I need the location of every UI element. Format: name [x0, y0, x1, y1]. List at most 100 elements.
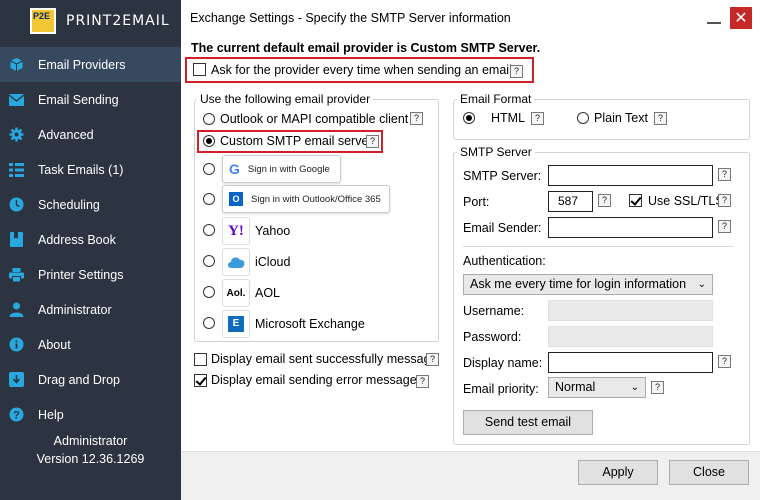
sign-in-outlook365-button[interactable]: O Sign in with Outlook/Office 365	[222, 185, 390, 213]
chevron-down-icon: ⌄	[630, 382, 639, 393]
radio-custom-smtp[interactable]	[203, 135, 215, 147]
sidebar-item-email-providers[interactable]: Email Providers	[0, 47, 181, 82]
printer-icon	[9, 267, 24, 282]
help-icon[interactable]: ?	[718, 194, 731, 207]
sidebar-item-help[interactable]: ? Help	[0, 397, 181, 432]
radio-outlook-mapi[interactable]	[203, 113, 215, 125]
display-name-input[interactable]	[548, 352, 713, 373]
sidebar-item-printer-settings[interactable]: Printer Settings	[0, 257, 181, 292]
sidebar-item-label: About	[38, 337, 71, 352]
display-error-label: Display email sending error messages	[211, 373, 423, 387]
minimize-button[interactable]	[703, 7, 725, 29]
radio-outlook365[interactable]	[203, 193, 215, 205]
help-icon[interactable]: ?	[366, 135, 379, 148]
authentication-label: Authentication:	[463, 254, 546, 268]
sidebar-item-label: Address Book	[38, 232, 116, 247]
authentication-select[interactable]: Ask me every time for login information …	[463, 274, 713, 295]
sidebar-item-administrator[interactable]: Administrator	[0, 292, 181, 327]
outlook-icon: O	[229, 192, 243, 206]
window-title: Exchange Settings - Specify the SMTP Ser…	[190, 11, 511, 25]
sidebar-item-label: Task Emails (1)	[38, 162, 124, 177]
sign-in-google-button[interactable]: G Sign in with Google	[222, 155, 341, 183]
page-title: The current default email provider is Cu…	[191, 41, 541, 55]
smtp-server-label: SMTP Server:	[463, 169, 542, 183]
use-ssl-checkbox[interactable]	[629, 194, 642, 207]
email-sender-input[interactable]	[548, 217, 713, 238]
svg-text:?: ?	[13, 410, 20, 422]
display-success-label: Display email sent successfully message	[211, 352, 438, 366]
help-icon[interactable]: ?	[654, 112, 667, 125]
help-icon[interactable]: ?	[718, 355, 731, 368]
sidebar-item-scheduling[interactable]: Scheduling	[0, 187, 181, 222]
help-icon[interactable]: ?	[410, 112, 423, 125]
help-icon[interactable]: ?	[651, 381, 664, 394]
sidebar-item-about[interactable]: About	[0, 327, 181, 362]
radio-google[interactable]	[203, 163, 215, 175]
ask-provider-label: Ask for the provider every time when sen…	[211, 63, 512, 77]
email-priority-value: Normal	[555, 380, 596, 394]
radio-yahoo[interactable]	[203, 224, 215, 236]
sidebar-nav: Email Providers Email Sending Advanced T…	[0, 47, 181, 432]
provider-group-title: Use the following email provider	[197, 92, 374, 106]
footer-version: Version 12.36.1269	[36, 452, 145, 466]
logo-text: PRINT2EMAIL	[66, 13, 170, 29]
google-icon: G	[229, 161, 240, 177]
sidebar-item-address-book[interactable]: Address Book	[0, 222, 181, 257]
settings-panel: The current default email provider is Cu…	[181, 36, 760, 500]
close-button[interactable]: Close	[669, 460, 749, 485]
label-icloud: iCloud	[255, 255, 291, 269]
label-custom-smtp: Custom SMTP email server	[220, 134, 373, 148]
label-outlook-mapi: Outlook or MAPI compatible client	[220, 112, 409, 126]
password-input[interactable]	[548, 326, 713, 347]
label-exchange: Microsoft Exchange	[255, 317, 365, 331]
help-icon[interactable]: ?	[531, 112, 544, 125]
sidebar-item-label: Advanced	[38, 127, 94, 142]
sidebar-item-drag-and-drop[interactable]: Drag and Drop	[0, 362, 181, 397]
radio-html[interactable]	[463, 112, 475, 124]
close-window-button[interactable]: ✕	[730, 7, 752, 29]
authentication-value: Ask me every time for login information	[470, 277, 687, 291]
help-icon[interactable]: ?	[426, 353, 439, 366]
question-icon: ?	[9, 407, 24, 422]
radio-exchange[interactable]	[203, 317, 215, 329]
sidebar-item-email-sending[interactable]: Email Sending	[0, 82, 181, 117]
radio-aol[interactable]	[203, 286, 215, 298]
app-logo: P2E PRINT2EMAIL	[30, 8, 170, 34]
sidebar-item-label: Drag and Drop	[38, 372, 120, 387]
help-icon[interactable]: ?	[598, 194, 611, 207]
smtp-divider	[463, 246, 734, 247]
email-priority-label: Email priority:	[463, 382, 539, 396]
sidebar-item-task-emails[interactable]: Task Emails (1)	[0, 152, 181, 187]
apply-button[interactable]: Apply	[578, 460, 658, 485]
exchange-icon: E	[222, 310, 250, 338]
info-icon	[9, 337, 24, 352]
aol-icon: Aol.	[222, 279, 250, 307]
gear-icon	[9, 127, 24, 142]
display-success-checkbox[interactable]	[194, 353, 207, 366]
outlook365-button-label: Sign in with Outlook/Office 365	[251, 193, 381, 205]
email-format-title: Email Format	[457, 92, 535, 106]
help-icon[interactable]: ?	[718, 168, 731, 181]
icloud-icon	[222, 248, 250, 276]
ask-provider-checkbox[interactable]	[193, 63, 206, 76]
sidebar-item-advanced[interactable]: Advanced	[0, 117, 181, 152]
display-error-checkbox[interactable]	[194, 374, 207, 387]
radio-icloud[interactable]	[203, 255, 215, 267]
radio-plain-text[interactable]	[577, 112, 589, 124]
label-aol: AOL	[255, 286, 281, 300]
smtp-server-input[interactable]	[548, 165, 713, 186]
use-ssl-label: Use SSL/TLS	[648, 194, 724, 208]
send-test-email-button[interactable]: Send test email	[463, 410, 593, 435]
email-priority-select[interactable]: Normal ⌄	[548, 377, 646, 398]
label-plain-text: Plain Text	[594, 111, 648, 125]
username-input[interactable]	[548, 300, 713, 321]
display-name-label: Display name:	[463, 356, 543, 370]
help-icon[interactable]: ?	[510, 65, 523, 78]
port-input[interactable]: 587	[548, 191, 593, 212]
sidebar-item-label: Email Providers	[38, 57, 126, 72]
download-icon	[9, 372, 24, 387]
help-icon[interactable]: ?	[416, 375, 429, 388]
google-button-label: Sign in with Google	[247, 163, 330, 175]
sidebar-item-label: Email Sending	[38, 92, 119, 107]
help-icon[interactable]: ?	[718, 220, 731, 233]
